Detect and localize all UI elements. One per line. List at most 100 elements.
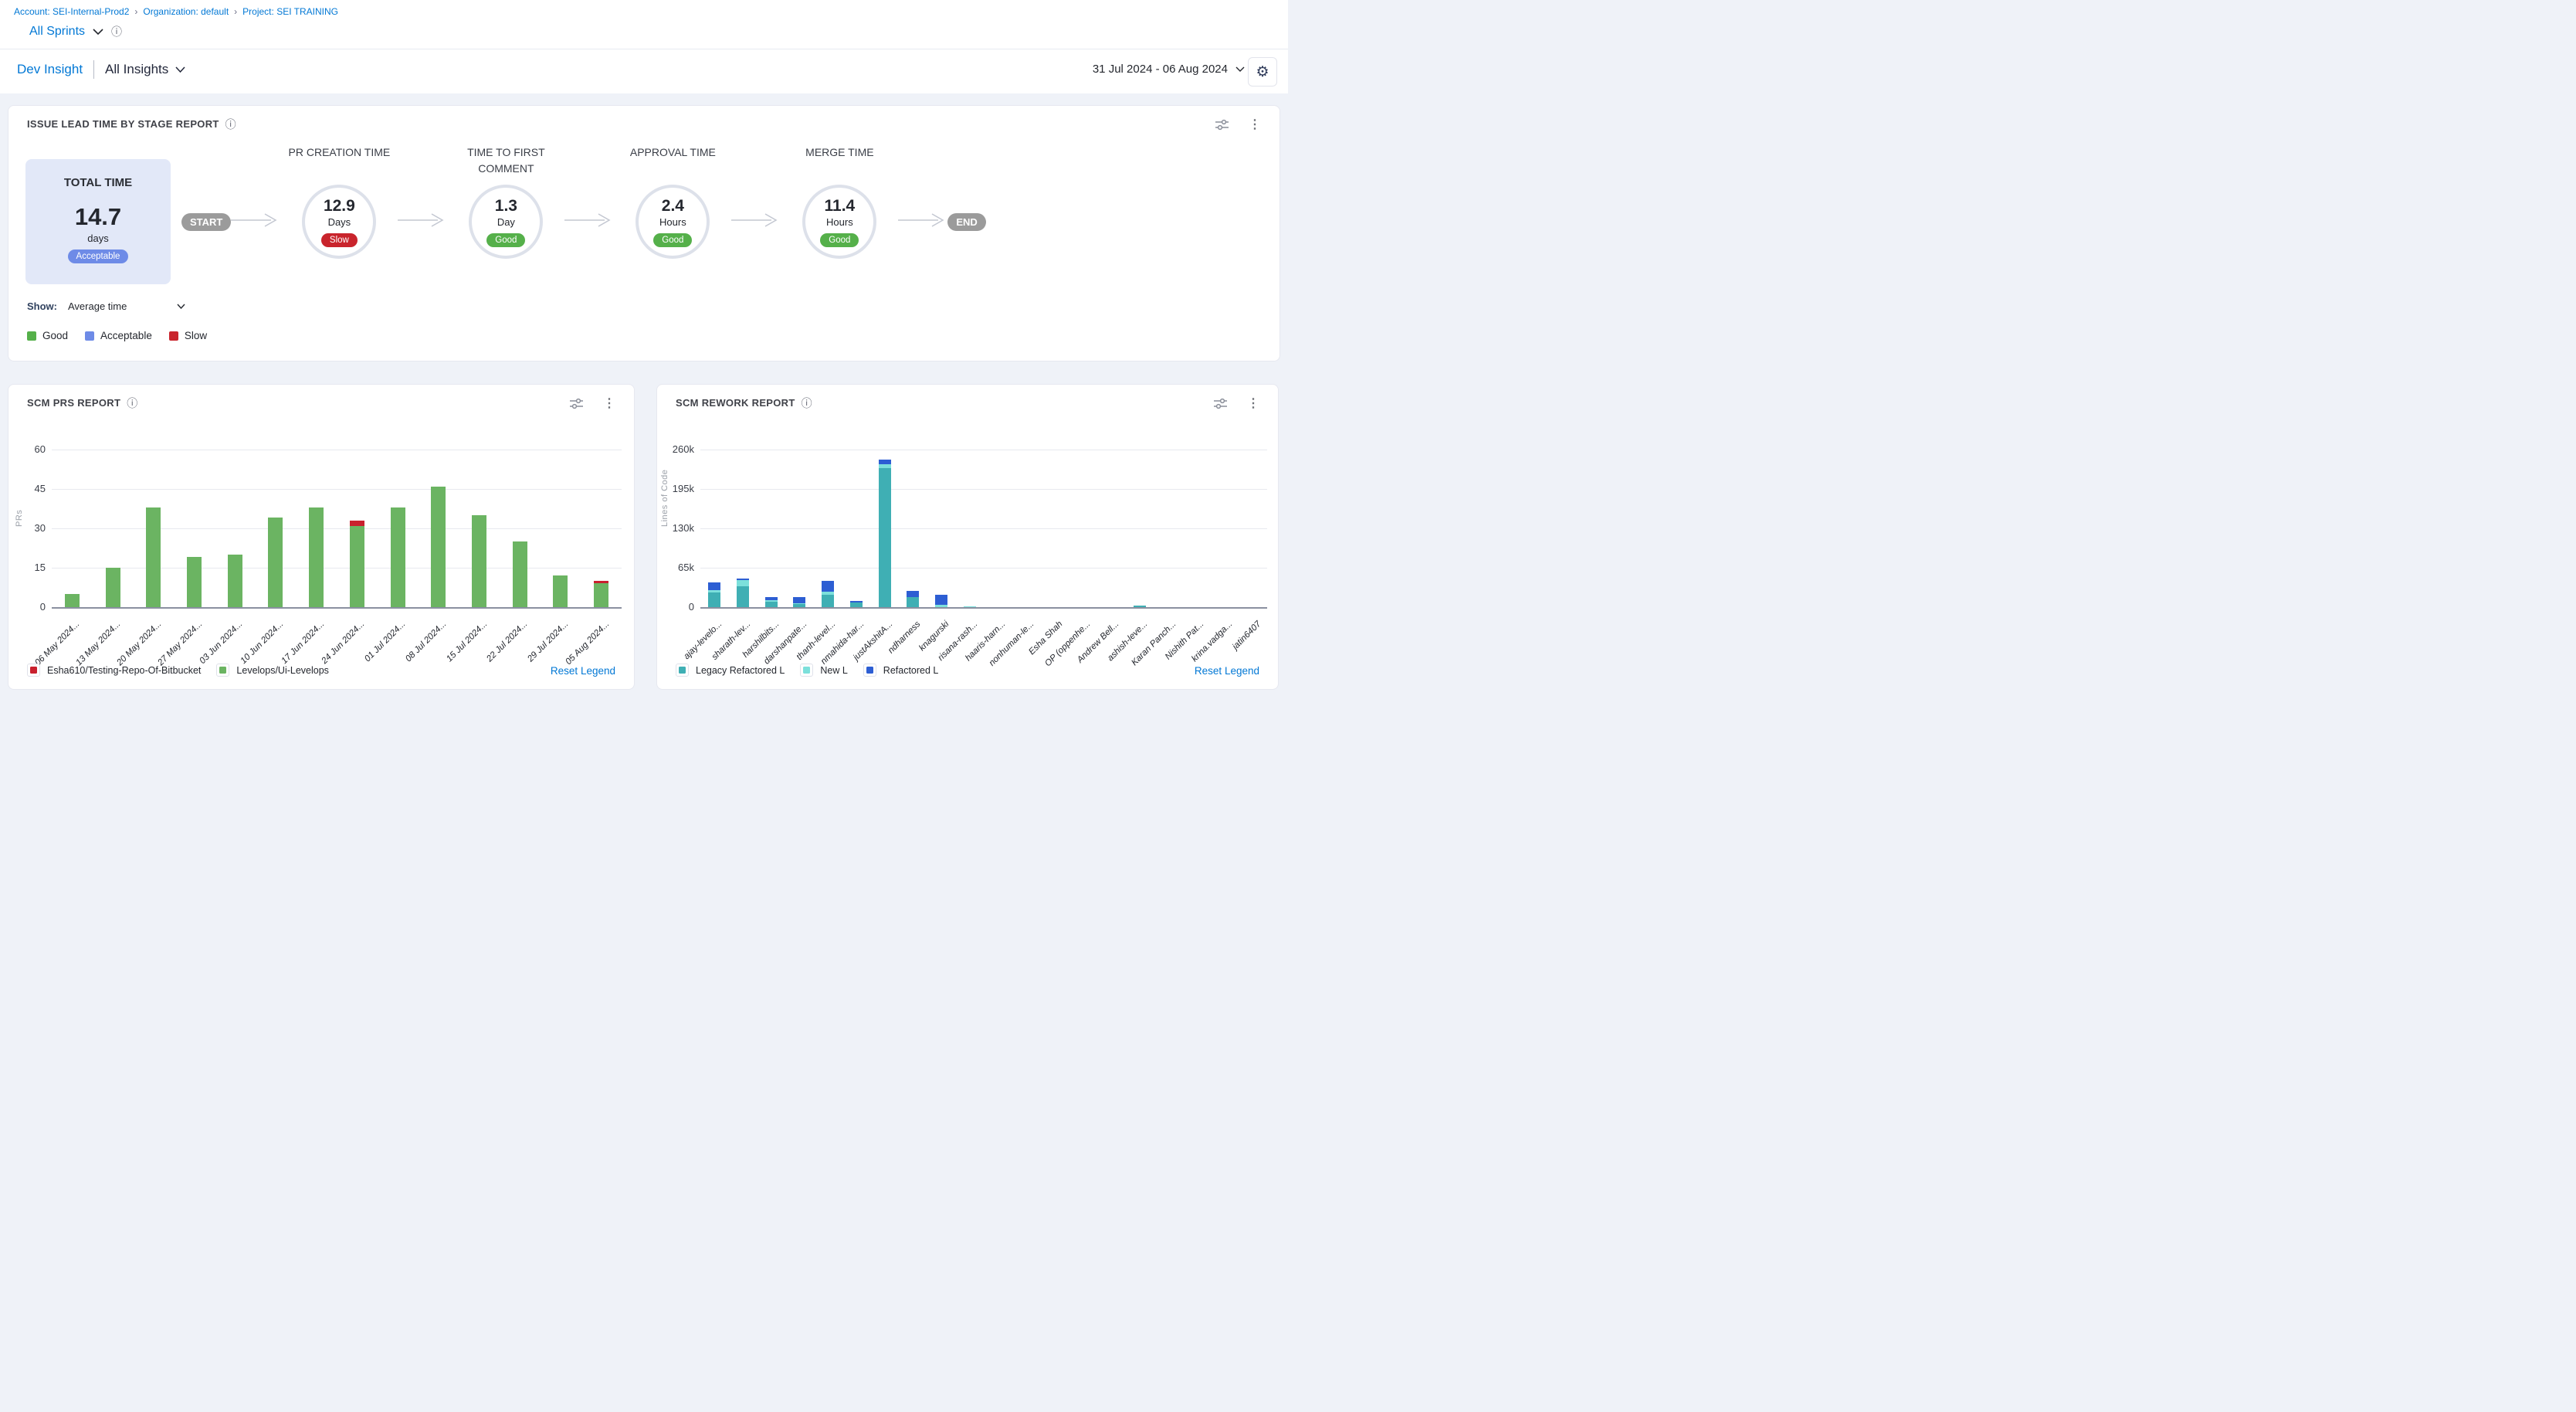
stage-circle[interactable]: 12.9DaysSlow <box>302 185 376 259</box>
bar-segment[interactable] <box>228 555 242 607</box>
show-dropdown[interactable]: Average time <box>68 300 185 312</box>
bar-segment[interactable] <box>822 581 834 591</box>
bar-segment[interactable] <box>594 583 608 607</box>
stage-circle[interactable]: 2.4HoursGood <box>636 185 710 259</box>
kebab-menu-icon[interactable]: ⋮ <box>603 395 615 411</box>
bar-segment[interactable] <box>793 597 805 603</box>
date-range-picker[interactable]: 31 Jul 2024 - 06 Aug 2024 <box>1093 63 1245 76</box>
stage-status-badge: Good <box>653 233 692 247</box>
bar-segment[interactable] <box>187 557 202 607</box>
bar-segment[interactable] <box>822 595 834 607</box>
stage-unit: Hours <box>659 216 686 228</box>
filters-icon[interactable] <box>570 398 583 409</box>
settings-button[interactable]: ⚙ <box>1248 57 1277 87</box>
vertical-divider <box>93 60 94 79</box>
bar-segment[interactable] <box>350 521 364 526</box>
kebab-menu-icon[interactable]: ⋮ <box>1249 117 1261 132</box>
date-range-label: 31 Jul 2024 - 06 Aug 2024 <box>1093 63 1228 76</box>
bar-segment[interactable] <box>793 603 805 607</box>
bar-segment[interactable] <box>935 605 947 607</box>
legend-item[interactable]: Legacy Refactored L <box>676 664 785 677</box>
kebab-menu-icon[interactable]: ⋮ <box>1247 395 1259 411</box>
bar-segment[interactable] <box>594 581 608 583</box>
all-insights-dropdown[interactable]: All Insights <box>105 62 185 77</box>
dev-insight-link[interactable]: Dev Insight <box>17 62 83 77</box>
reset-legend-link[interactable]: Reset Legend <box>551 665 615 677</box>
bar-segment[interactable] <box>106 568 120 607</box>
info-icon[interactable]: ⓘ <box>127 398 137 409</box>
stage-circle[interactable]: 11.4HoursGood <box>802 185 876 259</box>
bar-segment[interactable] <box>146 507 161 607</box>
bar-segment[interactable] <box>737 579 749 580</box>
legend-swatch-color <box>866 667 873 674</box>
bar-segment[interactable] <box>765 597 778 600</box>
panel-actions: ⋮ <box>570 395 615 411</box>
legend-item[interactable]: Levelops/Ui-Levelops <box>216 664 329 677</box>
bar-segment[interactable] <box>350 526 364 607</box>
bar-segment[interactable] <box>964 606 976 607</box>
bar-segment[interactable] <box>879 460 891 463</box>
legend-swatch <box>216 664 229 677</box>
sprint-selector[interactable]: All Sprints ⓘ <box>29 25 122 39</box>
prs-chart-legend: Esha610/Testing-Repo-Of-Bitbucket Levelop… <box>27 664 329 677</box>
breadcrumb-link[interactable]: Project: SEI TRAINING <box>242 6 338 17</box>
chevron-down-icon <box>177 304 185 309</box>
issue-lead-time-panel: ISSUE LEAD TIME BY STAGE REPORT ⓘ ⋮ TOTA… <box>8 105 1280 361</box>
legend-swatch <box>676 664 689 677</box>
bar-segment[interactable] <box>391 507 405 607</box>
bar-segment[interactable] <box>765 602 778 607</box>
bar-segment[interactable] <box>793 603 805 604</box>
bar-segment[interactable] <box>708 592 720 607</box>
breadcrumb-link[interactable]: Account: SEI-Internal-Prod2 <box>14 6 129 17</box>
panel-header: SCM PRS REPORT ⓘ <box>27 397 137 409</box>
bar-segment[interactable] <box>850 602 863 607</box>
reset-legend-link[interactable]: Reset Legend <box>1195 665 1259 677</box>
bar-segment[interactable] <box>907 591 919 598</box>
bar-segment[interactable] <box>879 464 891 468</box>
legend-item[interactable]: New L <box>800 664 847 677</box>
bar-segment[interactable] <box>708 590 720 592</box>
breadcrumb-link[interactable]: Organization: default <box>143 6 229 17</box>
info-icon[interactable]: ⓘ <box>225 119 236 130</box>
chevron-down-icon <box>175 66 185 73</box>
legend-label: Levelops/Ui-Levelops <box>236 665 329 676</box>
filters-icon[interactable] <box>1214 398 1227 409</box>
info-icon[interactable]: ⓘ <box>802 398 812 409</box>
stage-merge-time: MERGE TIME11.4HoursGood <box>781 144 898 299</box>
stage-circle[interactable]: 1.3DayGood <box>469 185 543 259</box>
stage-status-badge: Slow <box>321 233 358 247</box>
bar-segment[interactable] <box>553 575 568 607</box>
info-icon[interactable]: ⓘ <box>111 26 122 37</box>
stage-status-badge: Good <box>820 233 859 247</box>
stage-name-label: APPROVAL TIME <box>611 144 734 185</box>
bar-segment[interactable] <box>737 580 749 587</box>
bar-segment[interactable] <box>309 507 324 607</box>
bar-segment[interactable] <box>431 487 446 607</box>
bar-segment[interactable] <box>765 600 778 602</box>
bar-segment[interactable] <box>907 597 919 607</box>
legend-item[interactable]: Esha610/Testing-Repo-Of-Bitbucket <box>27 664 201 677</box>
bar-segment[interactable] <box>737 586 749 607</box>
bar-segment[interactable] <box>822 592 834 595</box>
chart-gridline <box>700 489 1267 490</box>
bar-segment[interactable] <box>935 595 947 605</box>
bar-segment[interactable] <box>879 468 891 607</box>
chevron-down-icon[interactable] <box>93 25 103 39</box>
bar-segment[interactable] <box>850 601 863 602</box>
legend-item[interactable]: Refactored L <box>863 664 939 677</box>
bar-segment[interactable] <box>708 582 720 590</box>
sprint-selector-label[interactable]: All Sprints <box>29 25 85 39</box>
legend-label: Legacy Refactored L <box>696 665 785 676</box>
bar-segment[interactable] <box>1134 606 1146 607</box>
x-axis-line <box>52 607 622 609</box>
legend-label: Refactored L <box>883 665 939 676</box>
stage-value: 1.3 <box>495 197 517 216</box>
breadcrumb[interactable]: Account: SEI-Internal-Prod2›Organization… <box>14 6 338 17</box>
bar-segment[interactable] <box>472 515 486 607</box>
filters-icon[interactable] <box>1215 119 1229 131</box>
flow-arrow-icon <box>731 212 781 232</box>
bar-segment[interactable] <box>513 541 527 607</box>
bar-segment[interactable] <box>65 594 80 607</box>
total-time-value: 14.7 <box>75 203 121 231</box>
bar-segment[interactable] <box>268 518 283 607</box>
